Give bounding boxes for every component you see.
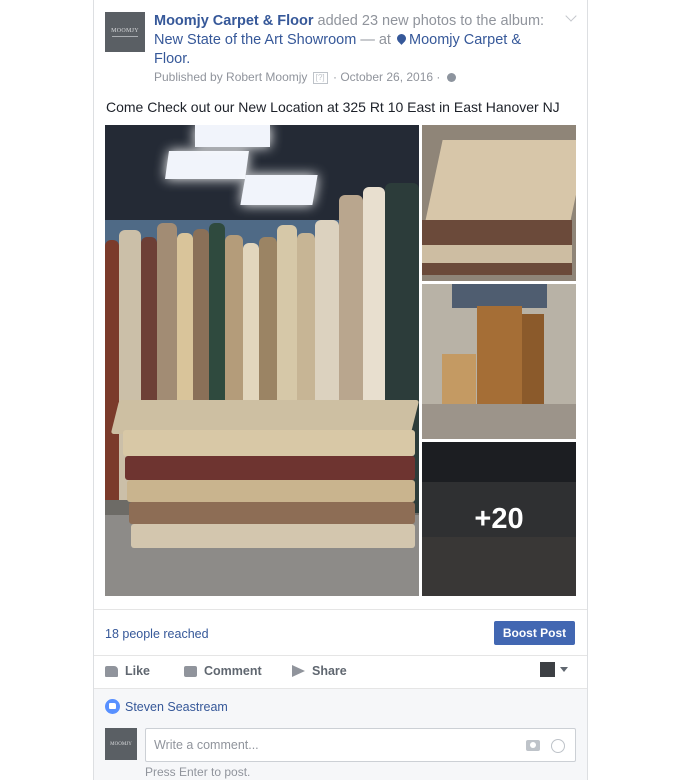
commenter-avatar: MOOMJY [105,728,137,760]
like-icon [105,665,118,677]
wood-display [522,314,544,406]
post-actions: Like Comment Share [94,657,587,687]
emoji-icon[interactable] [551,739,565,753]
photo-thumb-1[interactable] [422,125,576,281]
headline-action-text: added 23 new photos to the album: [313,13,545,29]
page-avatar[interactable]: MOOMJY [105,12,145,52]
comment-icon [184,665,197,677]
reach-row: 18 people reached Boost Post [94,609,587,656]
wood-display [477,306,522,406]
share-button[interactable]: Share [292,664,347,678]
post-card: MOOMJY Moomjy Carpet & Floor added 23 ne… [93,0,588,780]
comment-input[interactable] [146,729,506,761]
ceiling-light [240,175,318,205]
comment-button[interactable]: Comment [184,664,262,678]
photo-thumb-2[interactable] [422,284,576,439]
comment-box [145,728,576,762]
published-by[interactable]: Published by Robert Moomjy [154,70,307,84]
avatar-logo-line [112,35,138,37]
rug-layer [129,502,415,524]
commenter-logo-text: MOOMJY [110,741,132,747]
page-name-link[interactable]: Moomjy Carpet & Floor [154,13,314,29]
rug-layer [123,430,415,456]
like-label: Like [125,664,151,678]
location-pin-icon [395,32,408,45]
comment-hint: Press Enter to post. [145,765,251,779]
share-label: Share [312,664,347,678]
album-link[interactable]: New State of the Art Showroom [154,32,356,48]
help-mark[interactable]: [?] [312,72,328,84]
boost-post-button[interactable]: Boost Post [494,621,575,645]
photo-main[interactable] [105,125,419,596]
like-button[interactable]: Like [105,664,150,678]
globe-icon[interactable] [446,73,456,82]
ceiling-light [195,125,270,147]
like-badge-icon [105,699,120,714]
page-selector[interactable] [540,662,568,677]
likes-summary: Steven Seastream [105,699,228,714]
ceiling-light [165,151,249,179]
more-photos-count[interactable]: +20 [422,442,576,596]
rug-layer [110,400,419,434]
display-sign [452,284,547,308]
comment-label: Comment [204,664,262,678]
rug-layer [127,480,415,502]
chevron-down-icon[interactable] [565,10,577,22]
share-icon [292,665,305,677]
rug-stack [110,400,419,560]
rug-layer [125,456,415,480]
avatar-logo-text: MOOMJY [111,27,139,34]
rug-fringe [422,245,572,263]
camera-icon[interactable] [526,740,540,751]
wood-display [442,354,476,409]
rug-layer [131,524,415,548]
people-reached-link[interactable]: 18 people reached [105,627,209,641]
headline-at-text: — at [356,32,395,48]
liker-name-link[interactable]: Steven Seastream [125,700,228,714]
post-header: MOOMJY Moomjy Carpet & Floor added 23 ne… [94,0,587,92]
post-body-text: Come Check out our New Location at 325 R… [106,99,560,115]
showroom-floor [422,404,576,439]
photo-thumb-3[interactable]: +20 [422,442,576,596]
caret-down-icon [560,667,568,672]
page-mini-avatar [540,662,555,677]
post-meta: Published by Robert Moomjy [?] · October… [154,70,456,84]
post-date[interactable]: · October 26, 2016 · [330,70,444,84]
comments-section: Steven Seastream MOOMJY Press Enter to p… [94,688,587,780]
post-headline: Moomjy Carpet & Floor added 23 new photo… [154,12,554,69]
